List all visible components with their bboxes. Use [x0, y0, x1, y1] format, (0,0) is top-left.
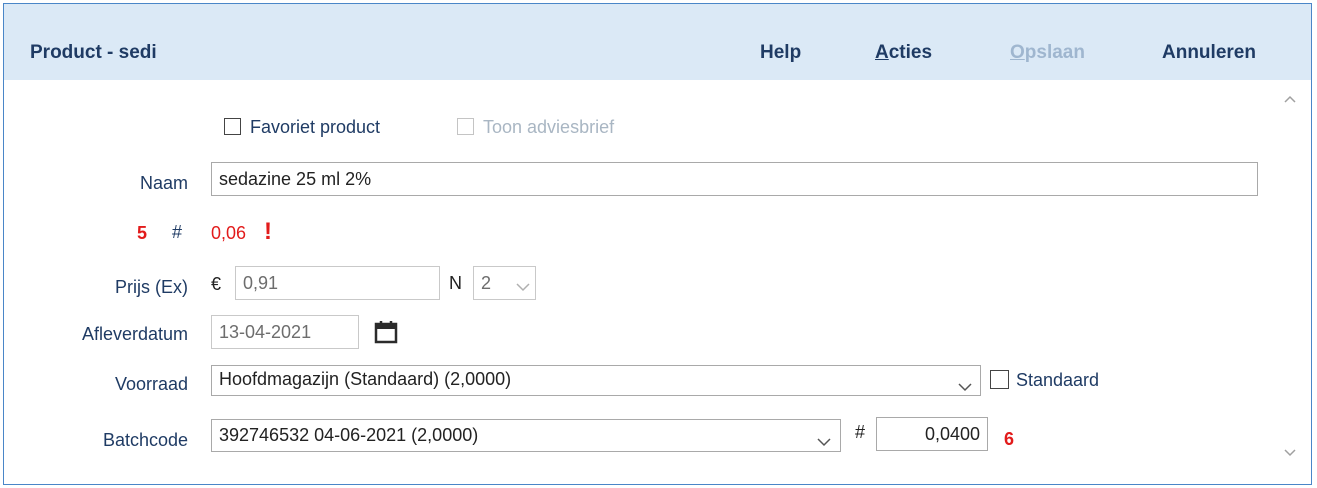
acties-button[interactable]: Acties — [875, 42, 932, 64]
n-select-value: 2 — [481, 273, 492, 293]
amount-value: 0,06 — [211, 223, 247, 243]
annuleren-button[interactable]: Annuleren — [1162, 42, 1256, 64]
count-badge: 5 — [137, 223, 148, 243]
chevron-down-icon[interactable] — [515, 282, 531, 292]
batchcode-label: Batchcode — [102, 430, 188, 450]
opslaan-button[interactable]: Opslaan — [1010, 42, 1085, 64]
toon-adviesbrief-checkbox[interactable] — [457, 118, 474, 135]
dialog-title: Product - sedi — [30, 42, 157, 63]
prijs-input[interactable]: 0,91 — [235, 266, 440, 300]
batch-hash-label: # — [855, 422, 866, 442]
prijs-label: Prijs (Ex) — [115, 277, 188, 297]
batchcode-select-value: 392746532 04-06-2021 (2,0000) — [219, 425, 479, 445]
favoriet-checkbox[interactable] — [224, 118, 241, 135]
batch-count-badge: 6 — [1004, 429, 1015, 449]
opslaan-accesskey: O — [1010, 42, 1025, 63]
afleverdatum-input[interactable]: 13-04-2021 — [211, 315, 359, 349]
standaard-label: Standaard — [1016, 370, 1100, 390]
scroll-down-icon[interactable] — [1283, 448, 1297, 458]
voorraad-label: Voorraad — [114, 374, 188, 394]
naam-label: Naam — [139, 173, 188, 193]
voorraad-select[interactable]: Hoofdmagazijn (Standaard) (2,0000) — [211, 365, 981, 396]
standaard-checkbox[interactable] — [990, 370, 1009, 389]
scroll-up-icon[interactable] — [1283, 94, 1297, 104]
chevron-down-icon[interactable] — [957, 382, 973, 392]
opslaan-label: pslaan — [1024, 42, 1085, 63]
dialog-header: Product - sedi Help Acties Opslaan Annul… — [4, 4, 1311, 80]
calendar-icon[interactable] — [373, 319, 399, 345]
favoriet-label: Favoriet product — [250, 117, 381, 137]
currency-symbol: € — [211, 274, 222, 294]
batch-quantity-input[interactable]: 0,0400 — [876, 417, 988, 451]
warning-icon: ! — [264, 218, 272, 245]
hash-label: # — [172, 222, 183, 242]
toon-adviesbrief-label: Toon adviesbrief — [483, 117, 615, 137]
n-label: N — [449, 273, 462, 293]
voorraad-select-value: Hoofdmagazijn (Standaard) (2,0000) — [219, 369, 512, 389]
batchcode-select[interactable]: 392746532 04-06-2021 (2,0000) — [211, 419, 841, 452]
afleverdatum-label: Afleverdatum — [81, 324, 188, 344]
acties-accesskey: A — [875, 42, 889, 63]
naam-input[interactable]: sedazine 25 ml 2% — [211, 162, 1258, 196]
acties-label: cties — [888, 42, 933, 63]
product-dialog: Product - sedi Help Acties Opslaan Annul… — [3, 3, 1312, 485]
help-button[interactable]: Help — [760, 42, 801, 64]
chevron-down-icon[interactable] — [816, 437, 832, 447]
